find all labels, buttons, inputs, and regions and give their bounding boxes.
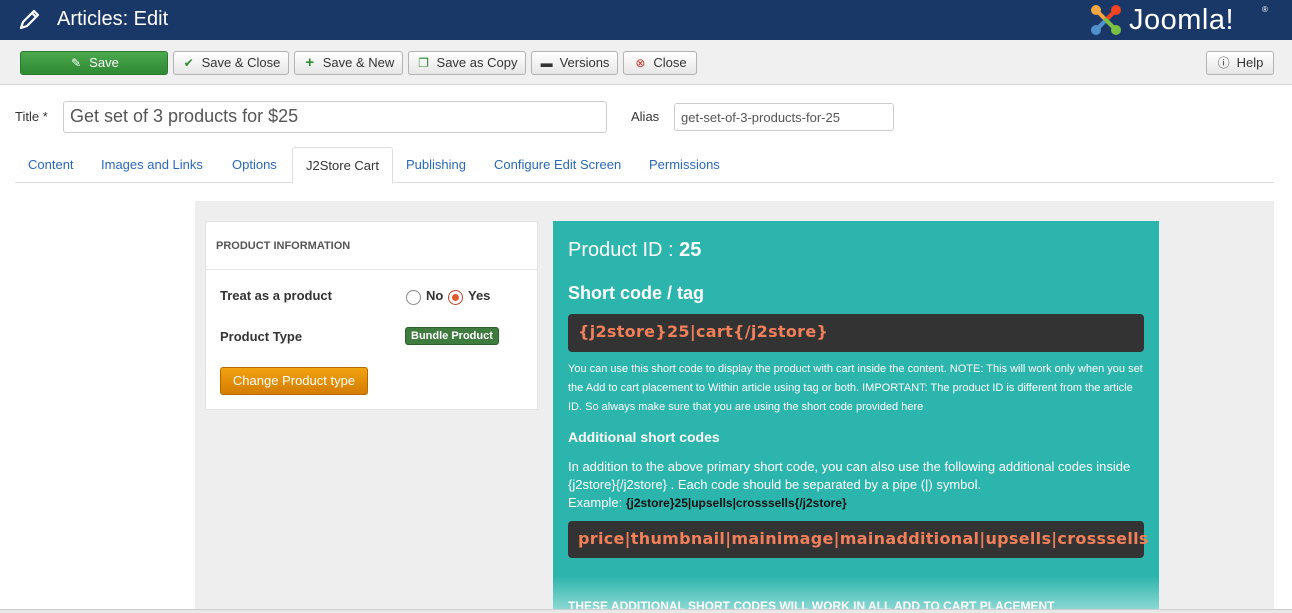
shortcode-panel: Product ID : 25 Short code / tag {j2stor… (553, 221, 1159, 613)
title-label: Title * (15, 109, 48, 124)
product-type-badge: Bundle Product (405, 327, 499, 345)
header-bar: Articles: Edit Joomla! ® (0, 0, 1292, 40)
close-label: Close (653, 55, 687, 70)
close-button[interactable]: ⊗ Close (623, 51, 697, 75)
tab-content[interactable]: Content (15, 147, 87, 183)
radio-no[interactable] (406, 290, 421, 305)
additional-heading: Additional short codes (568, 429, 720, 445)
tab-options[interactable]: Options (219, 147, 290, 183)
product-type-label: Product Type (220, 329, 303, 344)
save-copy-label: Save as Copy (436, 55, 518, 70)
example-label: Example: (568, 495, 623, 510)
example-code: {j2store}25|upsells|crosssells{/j2store} (625, 496, 847, 510)
tab-j2store-cart[interactable]: J2Store Cart (292, 147, 393, 184)
treat-as-product-label: Treat as a product (220, 288, 332, 303)
save-button[interactable]: ✎ Save (20, 51, 168, 75)
shortcode-note: You can use this short code to display t… (568, 363, 1143, 413)
alias-label: Alias (631, 109, 660, 124)
save-close-button[interactable]: ✔ Save & Close (173, 51, 289, 75)
help-button[interactable]: ⓘ Help (1206, 51, 1274, 75)
check-icon: ✔ (183, 56, 194, 70)
additional-description: In addition to the above primary short c… (568, 459, 1131, 492)
radio-yes[interactable] (448, 290, 463, 305)
edit-icon: ✎ (71, 56, 82, 70)
alias-input[interactable]: get-set-of-3-products-for-25 (674, 103, 894, 131)
tab-images-links[interactable]: Images and Links (88, 147, 216, 183)
copy-icon: ❐ (418, 56, 429, 70)
toolbar: ✎ Save ✔ Save & Close + Save & New ❐ Save as… (0, 40, 1292, 85)
tab-publishing[interactable]: Publishing (393, 147, 479, 183)
save-new-button[interactable]: + Save & New (294, 51, 403, 75)
title-input[interactable]: Get set of 3 products for $25 (63, 101, 607, 133)
joomla-logo-icon (1091, 5, 1121, 35)
save-copy-button[interactable]: ❐ Save as Copy (408, 51, 526, 75)
shortcode-heading: Short code / tag (568, 283, 705, 303)
additional-codes-box[interactable]: price|thumbnail|mainimage|mainadditional… (568, 521, 1148, 558)
product-info-heading: PRODUCT INFORMATION (206, 222, 537, 270)
versions-button[interactable]: ▬ Versions (531, 51, 618, 75)
tab-configure-edit-screen[interactable]: Configure Edit Screen (481, 147, 634, 183)
shortcode-box[interactable]: {j2store}25|cart{/j2store} (568, 314, 1144, 352)
versions-label: Versions (559, 55, 610, 70)
save-close-label: Save & Close (201, 55, 281, 70)
pencil-icon (19, 9, 40, 30)
radio-no-label: No (426, 288, 444, 303)
additional-text: In addition to the above primary short c… (568, 458, 1153, 512)
product-id-label: Product ID : (568, 239, 674, 261)
registered-mark: ® (1262, 5, 1268, 14)
save-label: Save (89, 55, 119, 70)
product-id-value: 25 (679, 239, 702, 261)
plus-icon: + (305, 54, 315, 71)
tab-bar: Content Images and Links Options J2Store… (15, 147, 1274, 184)
product-id: Product ID : 25 (568, 239, 701, 262)
tab-permissions[interactable]: Permissions (636, 147, 733, 183)
change-product-type-button[interactable]: Change Product type (220, 367, 368, 395)
cancel-icon: ⊗ (635, 56, 646, 70)
save-new-label: Save & New (322, 55, 395, 70)
joomla-wordmark: Joomla! (1129, 4, 1235, 36)
help-label: Help (1236, 55, 1264, 70)
radio-yes-label: Yes (468, 288, 491, 303)
question-icon: ⓘ (1217, 56, 1230, 70)
archive-icon: ▬ (540, 56, 553, 70)
joomla-logo[interactable]: Joomla! ® (1087, 2, 1277, 38)
horizontal-scrollbar[interactable] (0, 609, 1292, 613)
page-title: Articles: Edit (57, 8, 169, 30)
